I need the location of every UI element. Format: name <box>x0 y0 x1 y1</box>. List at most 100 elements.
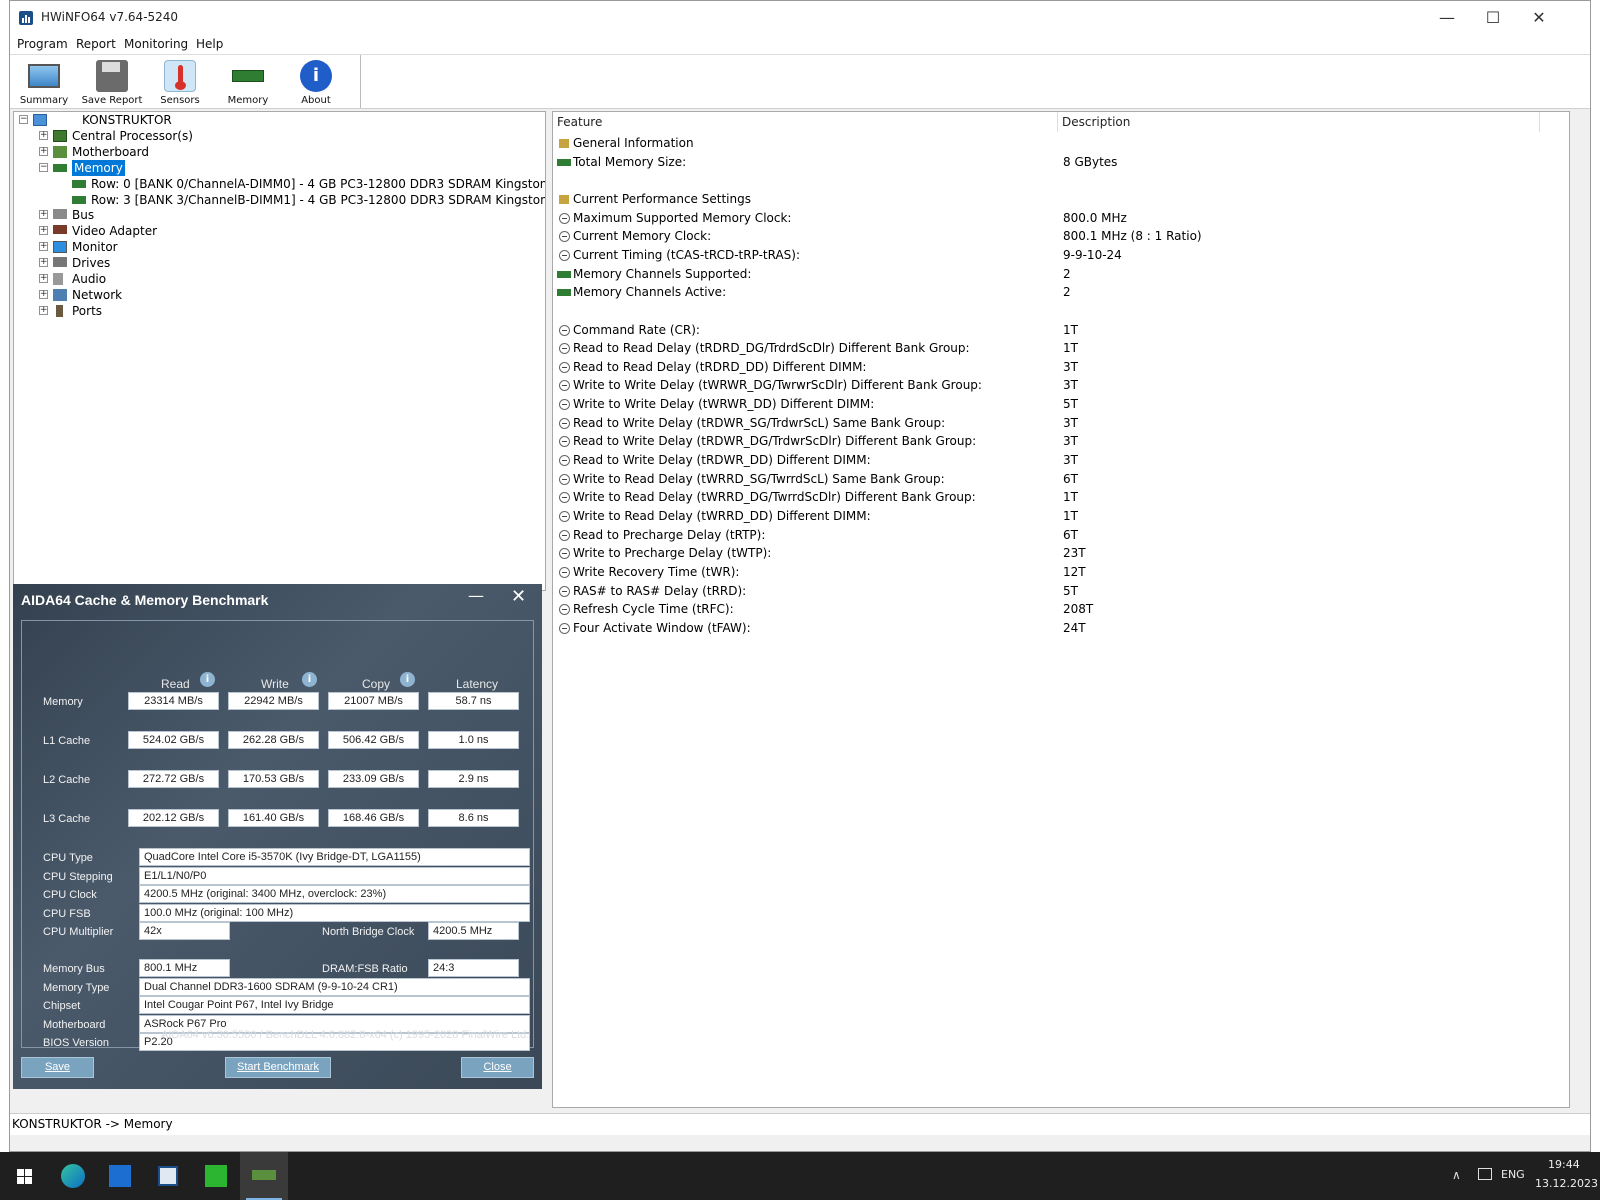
memory-button[interactable]: Memory <box>214 58 282 108</box>
detail-row[interactable]: Read to Write Delay (tRDWR_SG/TrdwrScL) … <box>553 414 1569 433</box>
tree-memory-row-3[interactable]: Row: 3 [BANK 3/ChannelB-DIMM1] - 4 GB PC… <box>91 192 545 208</box>
detail-row[interactable]: Memory Channels Active: 2 <box>553 283 1569 302</box>
detail-row[interactable]: Read to Read Delay (tRDRD_DG/TrdrdScDlr)… <box>553 339 1569 358</box>
description-cell: 6T <box>1063 471 1078 486</box>
expand-audio-icon[interactable]: + <box>39 274 48 283</box>
summary-button[interactable]: Summary <box>10 58 78 108</box>
menu-help[interactable]: Help <box>196 37 223 51</box>
expand-motherboard-icon[interactable]: + <box>39 147 48 156</box>
detail-row[interactable]: Read to Write Delay (tRDWR_DD) Different… <box>553 451 1569 470</box>
tree-memory-row-0[interactable]: Row: 0 [BANK 0/ChannelA-DIMM0] - 4 GB PC… <box>91 176 545 192</box>
expand-video-icon[interactable]: + <box>39 226 48 235</box>
feature-cell: Current Memory Clock: <box>573 229 712 244</box>
start-benchmark-button[interactable]: Start Benchmark <box>225 1057 331 1078</box>
detail-row[interactable]: Current Memory Clock: 800.1 MHz (8 : 1 Ra… <box>553 227 1569 246</box>
aida-minimize-button[interactable]: — <box>468 586 484 605</box>
detail-row[interactable]: Current Performance Settings <box>553 190 1569 209</box>
aida-close-icon[interactable]: ✕ <box>511 586 526 607</box>
ram-icon <box>232 70 264 82</box>
hwinfo-task-icon <box>109 1165 131 1187</box>
detail-row[interactable]: Write to Read Delay (tWRRD_DD) Different… <box>553 507 1569 526</box>
detail-row[interactable]: Write to Write Delay (tWRWR_DG/TwrwrScDl… <box>553 376 1569 395</box>
expand-cpu-icon[interactable]: + <box>39 131 48 140</box>
maximize-button[interactable]: ☐ <box>1470 1 1516 35</box>
tree-item-cpu[interactable]: Central Processor(s) <box>72 128 193 144</box>
taskbar-edge[interactable] <box>48 1152 96 1200</box>
tree-item-drives[interactable]: Drives <box>72 255 110 271</box>
status-text: KONSTRUKTOR -> Memory <box>12 1117 173 1131</box>
detail-row[interactable]: Refresh Cycle Time (tRFC): 208T <box>553 600 1569 619</box>
minimize-button[interactable]: — <box>1424 1 1470 35</box>
copy-info-icon[interactable]: i <box>400 672 415 687</box>
expand-monitor-icon[interactable]: + <box>39 242 48 251</box>
detail-row[interactable]: Read to Read Delay (tRDRD_DD) Different … <box>553 358 1569 377</box>
detail-row[interactable]: Current Timing (tCAS-tRCD-tRP-tRAS): 9-9-… <box>553 246 1569 265</box>
tray-chevron-icon[interactable]: ∧ <box>1452 1168 1461 1182</box>
aida-close-button[interactable]: Close <box>461 1057 534 1078</box>
detail-row[interactable]: Read to Precharge Delay (tRTP): 6T <box>553 526 1569 545</box>
details-list[interactable]: Feature Description General Information T… <box>552 111 1570 1108</box>
detail-row[interactable]: Maximum Supported Memory Clock: 800.0 MHz <box>553 209 1569 228</box>
detail-row[interactable] <box>553 302 1569 321</box>
detail-row[interactable]: Write to Read Delay (tWRRD_SG/TwrrdScL) … <box>553 470 1569 489</box>
col-feature[interactable]: Feature <box>553 112 1058 132</box>
menu-bar: Program Report Monitoring Help <box>10 35 1590 55</box>
col-description[interactable]: Description <box>1058 112 1540 132</box>
detail-row[interactable]: Write to Precharge Delay (tWTP): 23T <box>553 544 1569 563</box>
clock-icon <box>559 511 570 522</box>
detail-row[interactable]: Write Recovery Time (tWR): 12T <box>553 563 1569 582</box>
menu-report[interactable]: Report <box>76 37 116 51</box>
clock-time[interactable]: 19:44 <box>1548 1158 1580 1171</box>
tree-item-motherboard[interactable]: Motherboard <box>72 144 149 160</box>
clock-date[interactable]: 13.12.2023 <box>1535 1177 1598 1190</box>
close-button[interactable]: ✕ <box>1516 1 1562 35</box>
language-indicator[interactable]: ENG <box>1501 1168 1525 1181</box>
expand-network-icon[interactable]: + <box>39 290 48 299</box>
detail-row[interactable]: Total Memory Size: 8 GBytes <box>553 153 1569 172</box>
taskbar-app[interactable] <box>192 1152 240 1200</box>
tree-root-konstruktor[interactable]: KONSTRUKTOR <box>82 112 172 128</box>
sensors-button[interactable]: Sensors <box>146 58 214 108</box>
tree-item-memory[interactable]: Memory <box>72 160 125 176</box>
detail-row[interactable]: Write to Write Delay (tWRWR_DD) Differen… <box>553 395 1569 414</box>
tree-item-audio[interactable]: Audio <box>72 271 106 287</box>
device-tree[interactable]: − KONSTRUKTOR + Central Processor(s) + M… <box>13 111 546 591</box>
tree-item-network[interactable]: Network <box>72 287 122 303</box>
about-button[interactable]: i About <box>282 58 350 108</box>
tree-item-ports[interactable]: Ports <box>72 303 102 319</box>
collapse-root-icon[interactable]: − <box>19 115 28 124</box>
detail-row[interactable]: Command Rate (CR): 1T <box>553 321 1569 340</box>
detail-row[interactable]: Four Activate Window (tFAW): 24T <box>553 619 1569 638</box>
expand-bus-icon[interactable]: + <box>39 210 48 219</box>
toolbar-separator <box>360 55 361 108</box>
taskbar-app-active[interactable] <box>240 1152 288 1200</box>
start-button[interactable] <box>0 1152 48 1200</box>
menu-monitoring[interactable]: Monitoring <box>124 37 188 51</box>
title-bar[interactable]: HWiNFO64 v7.64-5240 — ☐ ✕ <box>10 1 1590 35</box>
tree-item-monitor[interactable]: Monitor <box>72 239 118 255</box>
taskbar-app[interactable] <box>144 1152 192 1200</box>
detail-row[interactable]: RAS# to RAS# Delay (tRRD): 5T <box>553 582 1569 601</box>
detail-row[interactable]: Write to Read Delay (tWRRD_DG/TwrrdScDlr… <box>553 488 1569 507</box>
save-report-button[interactable]: Save Report <box>78 58 146 108</box>
network-tray-icon[interactable] <box>1478 1168 1492 1180</box>
detail-row[interactable]: Memory Channels Supported: 2 <box>553 265 1569 284</box>
write-info-icon[interactable]: i <box>302 672 317 687</box>
ram-icon <box>557 270 571 278</box>
tree-item-bus[interactable]: Bus <box>72 207 94 223</box>
detail-row[interactable] <box>553 171 1569 190</box>
feature-cell: Memory Channels Active: <box>573 285 727 300</box>
tree-item-video-adapter[interactable]: Video Adapter <box>72 223 157 239</box>
expand-drives-icon[interactable]: + <box>39 258 48 267</box>
expand-ports-icon[interactable]: + <box>39 306 48 315</box>
memory-copy: 21007 MB/s <box>328 692 419 710</box>
info-label: CPU Stepping <box>43 871 113 883</box>
collapse-memory-icon[interactable]: − <box>39 163 48 172</box>
taskbar-app[interactable] <box>96 1152 144 1200</box>
detail-row[interactable]: General Information <box>553 134 1569 153</box>
detail-row[interactable]: Read to Write Delay (tRDWR_DG/TrdwrScDlr… <box>553 432 1569 451</box>
menu-program[interactable]: Program <box>17 37 68 51</box>
description-cell: 1T <box>1063 490 1078 505</box>
read-info-icon[interactable]: i <box>200 672 215 687</box>
aida-save-button[interactable]: Save <box>21 1057 94 1078</box>
